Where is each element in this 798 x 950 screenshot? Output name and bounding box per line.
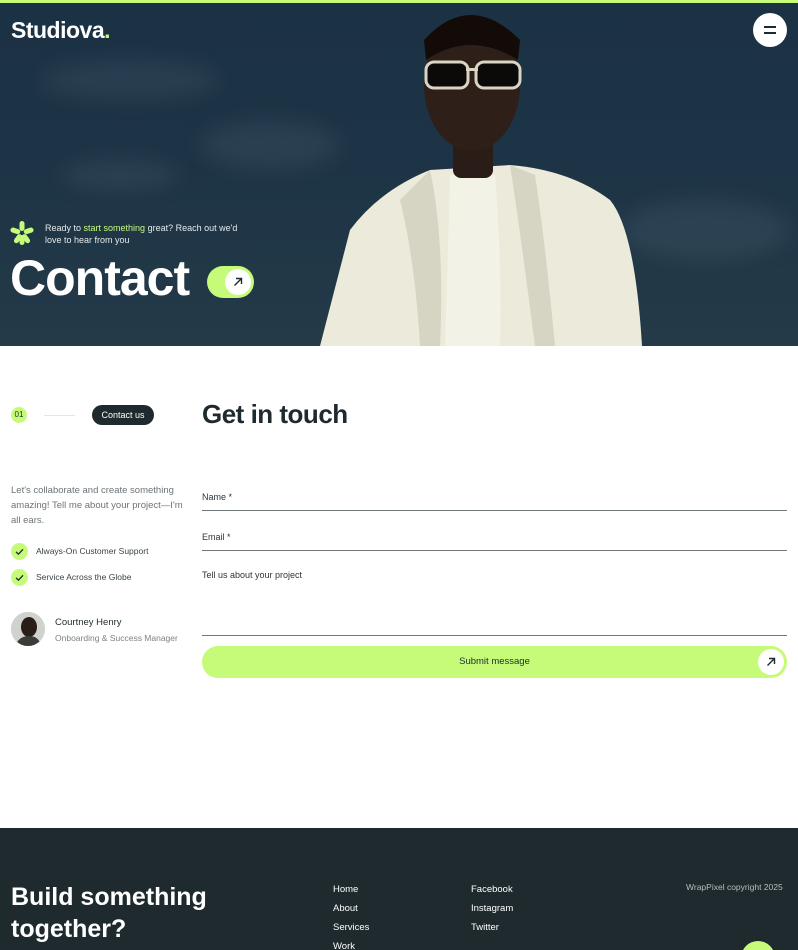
footer-link-home[interactable]: Home xyxy=(333,884,358,895)
footer-title: Build something together? xyxy=(11,883,207,943)
copyright-text: WrapPixel copyright 2025 xyxy=(686,882,783,892)
feature-label: Service Across the Globe xyxy=(36,572,132,582)
footer-link-about[interactable]: About xyxy=(333,903,358,914)
hero-cloud xyxy=(60,160,180,190)
hero-accent-line xyxy=(0,0,798,3)
contact-intro: Let's collaborate and create something a… xyxy=(11,485,183,526)
arrow-up-right-icon xyxy=(225,269,251,295)
tagline-text: Ready to xyxy=(45,223,84,233)
contact-us-pill: Contact us xyxy=(92,405,154,425)
hero-arrow-button[interactable] xyxy=(207,266,254,298)
footer-link-facebook[interactable]: Facebook xyxy=(471,884,513,895)
footer-link-twitter[interactable]: Twitter xyxy=(471,922,499,933)
footer-link-instagram[interactable]: Instagram xyxy=(471,903,513,914)
page-title: Contact xyxy=(10,250,190,306)
avatar xyxy=(11,612,45,646)
menu-button[interactable] xyxy=(753,13,787,47)
brand-logo[interactable]: Studiova. xyxy=(11,17,111,44)
section-title: Get in touch xyxy=(202,399,348,429)
tagline-highlight: start something xyxy=(83,223,146,233)
check-icon xyxy=(11,543,28,560)
name-field-label: Name * xyxy=(202,492,233,502)
email-field-label: Email * xyxy=(202,532,231,542)
hero-cloud xyxy=(40,60,220,100)
scroll-top-button[interactable] xyxy=(741,941,775,950)
check-icon xyxy=(11,569,28,586)
project-field-label: Tell us about your project xyxy=(202,570,303,580)
hamburger-icon xyxy=(764,26,776,28)
submit-label: Submit message xyxy=(459,656,530,667)
person-name: Courtney Henry xyxy=(55,617,122,628)
brand-name: Studiova xyxy=(11,17,105,43)
footer: Build something together? Home About Ser… xyxy=(0,828,798,950)
submit-button[interactable]: Submit message xyxy=(202,646,787,678)
arrow-up-right-icon xyxy=(758,649,784,675)
person-role: Onboarding & Success Manager xyxy=(55,633,178,643)
step-number-badge: 01 xyxy=(11,407,27,423)
brand-dot: . xyxy=(104,17,111,43)
hero-section: Studiova. Ready to start something great… xyxy=(0,0,798,346)
name-field[interactable] xyxy=(202,510,787,511)
feature-label: Always-On Customer Support xyxy=(36,546,149,556)
hero-tagline: Ready to start something great? Reach ou… xyxy=(45,222,245,246)
email-field[interactable] xyxy=(202,550,787,551)
hero-portrait-image xyxy=(320,15,642,346)
footer-link-services[interactable]: Services xyxy=(333,922,369,933)
asterisk-icon xyxy=(10,221,34,245)
project-textarea[interactable] xyxy=(202,635,787,636)
hero-cloud xyxy=(200,120,340,170)
hamburger-icon-bar xyxy=(764,32,776,34)
footer-link-work[interactable]: Work xyxy=(333,941,355,950)
step-divider xyxy=(44,415,75,416)
